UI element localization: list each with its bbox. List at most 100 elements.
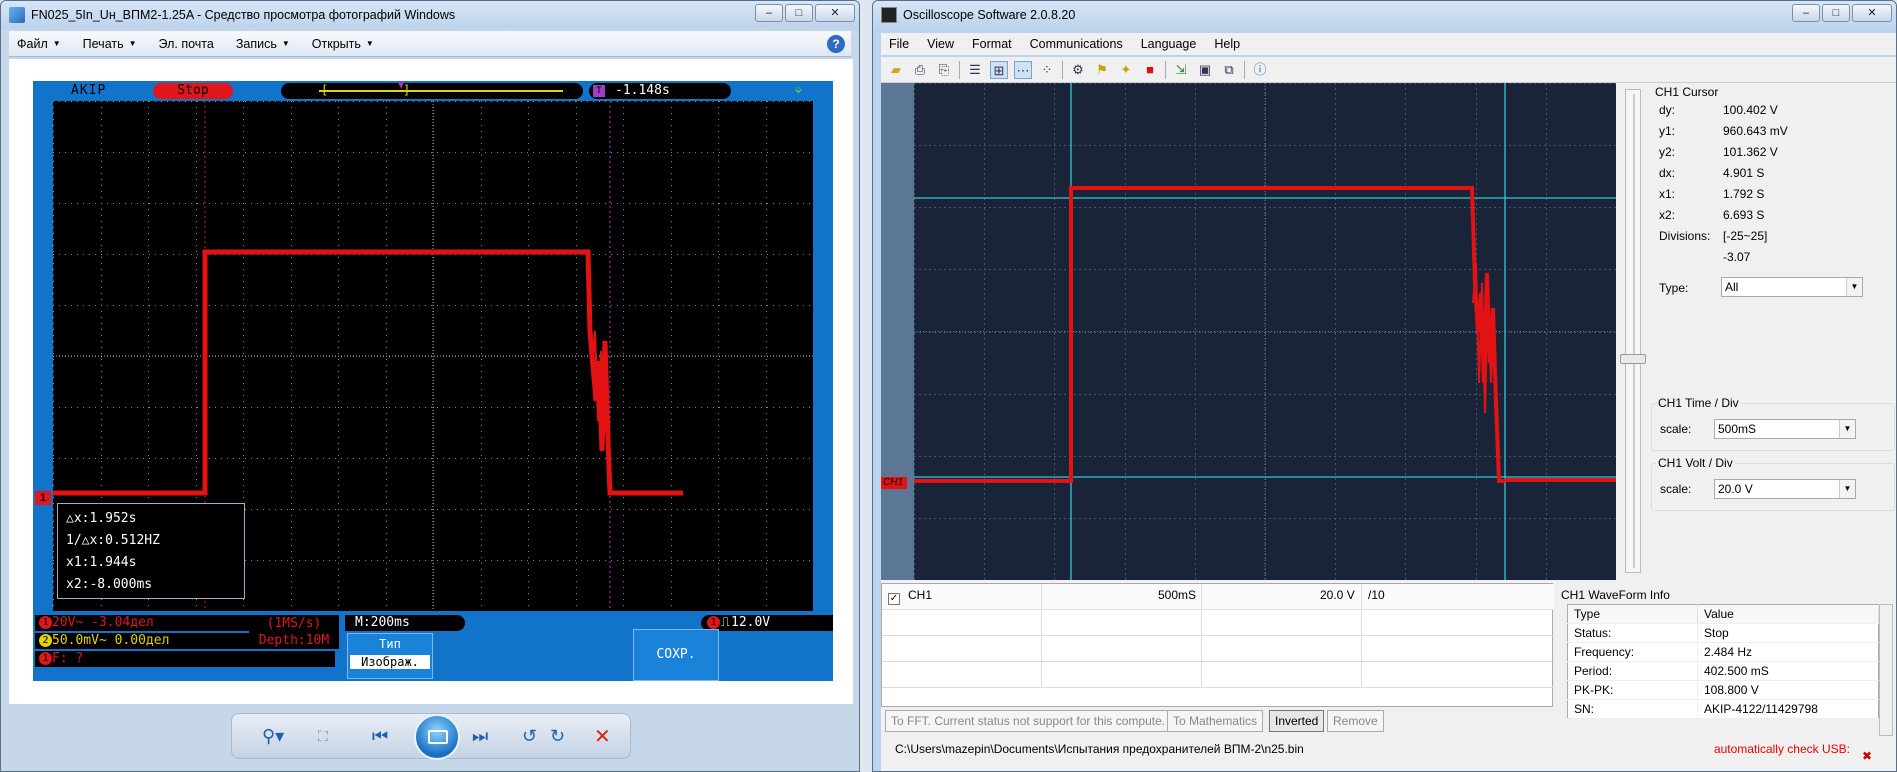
rotate-right-icon[interactable]: ↻: [550, 726, 565, 747]
cursor-key: y2:: [1659, 145, 1676, 159]
close-button[interactable]: ✕: [1852, 4, 1892, 22]
rotate-left-icon[interactable]: ↺: [522, 726, 537, 747]
menu-email[interactable]: Эл. почта: [159, 37, 214, 51]
menu-open[interactable]: Открыть ▼: [312, 37, 374, 51]
trigger-position-bar: [ ] ▼: [281, 80, 583, 99]
volt-scale-select[interactable]: 20.0 V ▼: [1714, 479, 1856, 499]
oscilloscope-window: Oscilloscope Software 2.0.8.20 ‒ □ ✕ Fil…: [872, 0, 1897, 772]
cursor-measurement-box: △x:1.952s 1/△x:0.512HZ x1:1.944s x2:-8.0…: [57, 503, 245, 599]
trigger-t-icon: T: [593, 85, 605, 97]
cursor-key: dx:: [1659, 166, 1676, 180]
slider-track: [1633, 94, 1635, 568]
cursor-lines-icon[interactable]: ⋯: [1014, 60, 1032, 79]
to-mathematics-button[interactable]: To Mathematics: [1167, 710, 1264, 732]
next-icon[interactable]: ⏭: [472, 726, 488, 747]
open-folder-icon[interactable]: ▰: [887, 61, 905, 79]
previous-icon[interactable]: ⏮: [372, 726, 388, 747]
cursor-value: 100.402 V: [1723, 103, 1778, 117]
save-softkey: СОХР.: [633, 629, 719, 681]
waveform-info-row: Period: 402.500 mS: [1567, 661, 1879, 681]
menu-open-label: Открыть: [311, 36, 361, 51]
cursor-row: y1: 960.643 mV: [1659, 124, 1788, 138]
channel-offset-strip: CH1: [881, 83, 914, 580]
close-button[interactable]: ✕: [815, 4, 855, 22]
device-icon[interactable]: ⧉: [1220, 61, 1238, 79]
minimize-button[interactable]: ‒: [755, 4, 783, 22]
waveform-display[interactable]: [914, 83, 1617, 581]
menu-print[interactable]: Печать ▼: [83, 37, 137, 51]
scope-brand: AKIP: [71, 83, 107, 98]
menu-format[interactable]: Format: [972, 37, 1012, 51]
vertical-offset-slider[interactable]: [1620, 89, 1646, 573]
time-scale-value: 500mS: [1718, 422, 1757, 436]
channel-table: ✓ CH1 500mS 20.0 V /10: [881, 583, 1554, 707]
trigger-level-readout: 1 ⎍ 12.0V: [701, 615, 833, 631]
trigger-source-icon: 1: [707, 616, 720, 629]
ch1-offset-tag[interactable]: CH1: [881, 477, 907, 489]
waveform-info-value: 2.484 Hz: [1697, 642, 1879, 662]
auto-icon[interactable]: ✦: [1117, 61, 1135, 79]
menu-file[interactable]: File: [889, 37, 909, 51]
cursor-value: -3.07: [1723, 250, 1751, 264]
export-icon[interactable]: ⇲: [1172, 61, 1190, 79]
settings-icon[interactable]: ⚙: [1069, 61, 1087, 79]
menu-view[interactable]: View: [927, 37, 954, 51]
chevron-down-icon: ▼: [1839, 420, 1855, 438]
cursor-row: dy: 100.402 V: [1659, 103, 1778, 117]
menu-burn[interactable]: Запись ▼: [236, 37, 290, 51]
waveform-info-key: PK-PK:: [1567, 680, 1698, 700]
photo-canvas: AKIP Stop [ ] ▼ T -1.148s ⬙ 1 △x:1.952s …: [9, 59, 853, 704]
scatter-icon[interactable]: ⁘: [1038, 61, 1056, 79]
delete-icon[interactable]: ✕: [594, 724, 611, 749]
inverted-button[interactable]: Inverted: [1269, 710, 1325, 732]
zoom-icon[interactable]: ⚲▾: [262, 726, 284, 747]
time-scale-select[interactable]: 500mS ▼: [1714, 419, 1856, 439]
slideshow-button[interactable]: [414, 714, 460, 760]
menu-email-label: Эл. почта: [158, 36, 214, 51]
menu-file[interactable]: Файл ▼: [17, 37, 61, 51]
volt-div-group: CH1 Volt / Div scale: 20.0 V ▼: [1651, 456, 1895, 511]
menu-help[interactable]: Help: [1214, 37, 1240, 51]
print-preview-icon[interactable]: ⎘: [935, 61, 953, 79]
playback-controls: ⚲▾ ⛶ ⏮ ⏭ ↺ ↻ ✕: [231, 713, 631, 760]
help-icon[interactable]: ⓘ: [1251, 61, 1269, 79]
cursor-key: Divisions:: [1659, 229, 1711, 243]
single-trigger-icon[interactable]: ⚑: [1093, 61, 1111, 79]
waveform-info-table: Type Value Status: Stop Frequency: 2.484 Hz…: [1567, 604, 1879, 719]
maximize-button[interactable]: □: [1822, 4, 1850, 22]
maximize-button[interactable]: □: [785, 4, 813, 22]
grid-icon[interactable]: ⊞: [990, 60, 1008, 79]
actual-size-icon[interactable]: ⛶: [318, 728, 328, 745]
freq-number-icon: 1: [39, 652, 52, 665]
toolbar-separator: [1244, 60, 1245, 79]
cursor-type-select[interactable]: All ▼: [1721, 277, 1863, 297]
waveform-info-scrollbar[interactable]: [1879, 604, 1893, 736]
toolbar-separator: [959, 60, 960, 79]
menu-language[interactable]: Language: [1141, 37, 1197, 51]
channel-enable-checkbox[interactable]: ✓: [888, 593, 900, 605]
channel-row-ch1[interactable]: ✓ CH1 500mS 20.0 V /10: [882, 584, 1554, 610]
monitor-icon[interactable]: ▣: [1196, 61, 1214, 79]
cursor-row: y2: 101.362 V: [1659, 145, 1778, 159]
cursor-row: x2: 6.693 S: [1659, 208, 1764, 222]
auto-usb-label: automatically check USB:: [1713, 742, 1850, 756]
menu-file-label: Файл: [17, 36, 48, 51]
to-fft-button[interactable]: To FFT. Current status not support for t…: [885, 710, 1172, 732]
remove-button[interactable]: Remove: [1327, 710, 1384, 732]
slider-thumb[interactable]: [1620, 354, 1646, 364]
time-div-group: CH1 Time / Div scale: 500mS ▼: [1651, 396, 1895, 451]
file-path: C:\Users\mazepin\Documents\Испытания пре…: [895, 742, 1304, 756]
help-icon[interactable]: ?: [827, 35, 845, 53]
window-title: FN025_5In_Uн_ВПМ2-1.25A - Средство просм…: [31, 8, 456, 22]
stop-icon[interactable]: ■: [1141, 61, 1159, 79]
menu-communications[interactable]: Communications: [1030, 37, 1123, 51]
print-icon[interactable]: ⎙: [911, 61, 929, 79]
minimize-button[interactable]: ‒: [1792, 4, 1820, 22]
channel-list-icon[interactable]: ☰: [966, 61, 984, 79]
usb-icon[interactable]: ✖: [1862, 742, 1872, 770]
measure-x1: x1:1.944s: [66, 555, 137, 570]
cursor-value: [-25~25]: [1723, 229, 1768, 243]
cursor-value: 101.362 V: [1723, 145, 1778, 159]
photo-viewer-app-icon: [9, 7, 25, 23]
scope-header: AKIP Stop [ ] ▼ T -1.148s ⬙: [33, 80, 833, 101]
